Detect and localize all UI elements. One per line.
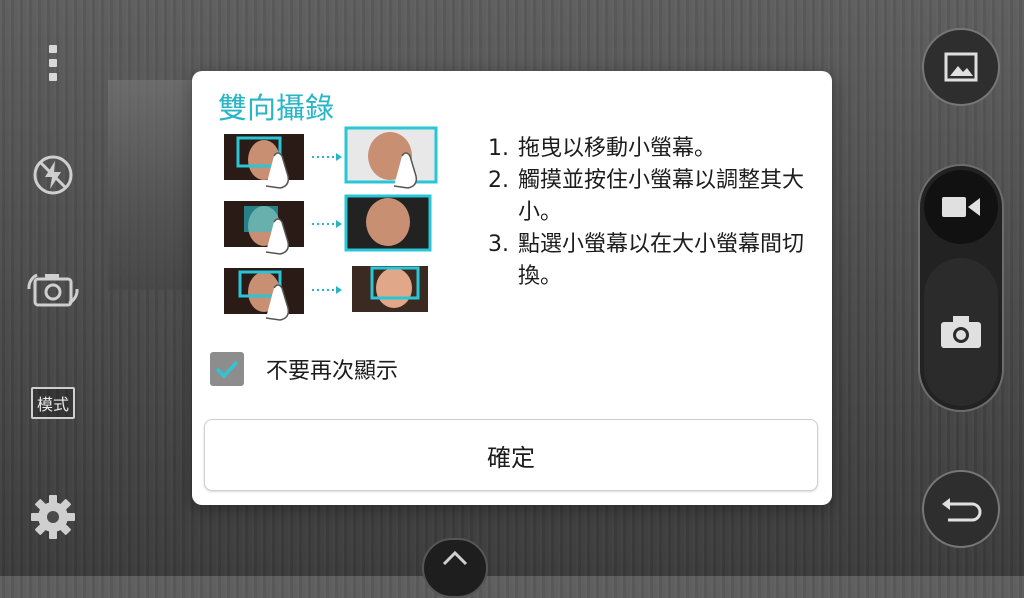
dont-show-again-row[interactable]: 不要再次顯示 — [210, 352, 398, 386]
expand-tab[interactable] — [422, 538, 488, 598]
dont-show-again-label: 不要再次顯示 — [266, 359, 399, 384]
instruction-illustration — [224, 126, 438, 321]
video-icon — [942, 197, 980, 217]
dont-show-again-checkbox[interactable] — [210, 352, 244, 386]
chevron-up-icon — [442, 550, 468, 566]
back-button[interactable] — [922, 470, 1000, 548]
instruction-item: 2. 觸摸並按住小螢幕以調整其大小。 — [488, 168, 805, 225]
video-record-button[interactable] — [924, 170, 998, 244]
illustration-drag — [224, 126, 438, 189]
mode-button[interactable]: 模式 — [26, 386, 80, 420]
instruction-item: 1. 拖曳以移動小螢幕。 — [488, 136, 717, 161]
instruction-item: 3. 點選小螢幕以在大小螢幕間切換。 — [488, 232, 805, 289]
ok-button[interactable]: 確定 — [204, 419, 818, 491]
left-control-bar: 模式 — [0, 0, 105, 576]
instruction-list: 1. 拖曳以移動小螢幕。 2. 觸摸並按住小螢幕以調整其大小。 3. 點選小螢幕… — [488, 133, 808, 293]
shutter-button[interactable] — [924, 258, 998, 406]
back-icon — [942, 498, 982, 522]
switch-camera-icon[interactable] — [26, 262, 80, 316]
flash-off-icon[interactable] — [26, 148, 80, 202]
illustration-resize — [224, 194, 432, 255]
check-icon — [215, 360, 239, 379]
camera-icon — [941, 316, 981, 348]
dialog-title: 雙向攝錄 — [218, 91, 335, 125]
dual-recording-dialog: 雙向攝錄 1. 拖曳以移動小螢幕。 2. 觸摸並按住小螢幕以調整其大小。 3. … — [192, 71, 832, 505]
illustration-switch — [224, 266, 428, 321]
viewfinder-preview — [108, 80, 200, 290]
mode-label: 模式 — [30, 387, 75, 419]
gallery-icon — [944, 52, 978, 82]
gear-icon[interactable] — [26, 490, 80, 544]
more-vert-icon[interactable] — [26, 36, 80, 90]
gallery-button[interactable] — [922, 28, 1000, 106]
